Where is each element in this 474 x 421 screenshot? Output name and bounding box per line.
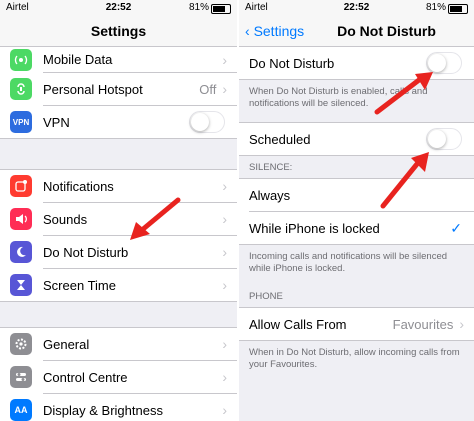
scheduled-group: Scheduled (239, 122, 474, 156)
row-label: Mobile Data (43, 52, 113, 67)
hotspot-icon (10, 78, 32, 100)
scheduled-label: Scheduled (249, 131, 311, 147)
allow-calls-value: Favourites (392, 316, 454, 332)
chevron-right-icon: › (222, 244, 227, 260)
silence-option-locked[interactable]: While iPhone is locked ✓ (239, 212, 474, 244)
do-not-disturb-screen: Airtel 22:52 81% ‹ Settings Do Not Distu… (239, 0, 474, 421)
phone-group: Allow Calls From Favourites › (239, 307, 474, 341)
sidebar-item-do-not-disturb[interactable]: Do Not Disturb › (0, 236, 237, 268)
row-label: Screen Time (43, 277, 116, 293)
dnd-row: Do Not Disturb (239, 47, 474, 79)
screenshot-composite: Airtel 22:52 81% Settings Mobile Data › (0, 0, 474, 421)
row-label: General (43, 336, 90, 352)
sidebar-item-control-centre[interactable]: Control Centre › (0, 361, 237, 393)
silence-group: Always While iPhone is locked ✓ (239, 178, 474, 245)
row-label: Do Not Disturb (43, 244, 129, 260)
battery-percent: 81% (188, 2, 209, 13)
page-title: Settings (90, 23, 147, 39)
row-label: Notifications (43, 178, 114, 194)
hotspot-status: Off (199, 81, 217, 97)
chevron-left-icon: ‹ (245, 23, 250, 39)
aa-icon: AA (10, 399, 32, 421)
hourglass-icon (10, 274, 32, 296)
red-arrow-dnd-toggle (374, 72, 433, 115)
connectivity-group: Mobile Data › Personal Hotspot Off › VPN… (0, 47, 237, 139)
status-bar: Airtel 22:52 81% (0, 0, 237, 16)
sidebar-item-mobile-data[interactable]: Mobile Data › (0, 47, 237, 72)
row-label: Display & Brightness (43, 402, 163, 418)
chevron-right-icon: › (222, 81, 227, 97)
page-title: Do Not Disturb (337, 23, 436, 39)
sidebar-item-screen-time[interactable]: Screen Time › (0, 269, 237, 301)
battery-percent: 81% (425, 2, 446, 13)
system-group: General › Control Centre › AA Display & … (0, 327, 237, 421)
sidebar-item-personal-hotspot[interactable]: Personal Hotspot Off › (0, 73, 237, 105)
dnd-footnote: When Do Not Disturb is enabled, calls an… (249, 86, 428, 109)
allow-calls-footnote: When in Do Not Disturb, allow incoming c… (249, 347, 460, 370)
row-label: VPN (43, 114, 70, 130)
moon-icon (10, 241, 32, 263)
chevron-right-icon: › (222, 336, 227, 352)
dnd-group: Do Not Disturb (239, 47, 474, 80)
chevron-right-icon: › (459, 316, 464, 332)
checkmark-icon: ✓ (450, 219, 462, 236)
battery-icon (448, 4, 468, 14)
status-bar: Airtel 22:52 81% (239, 0, 474, 16)
chevron-right-icon: › (222, 178, 227, 194)
speaker-icon (10, 208, 32, 230)
battery-icon (211, 4, 231, 14)
silence-header: SILENCE: (249, 162, 293, 173)
sidebar-item-display-brightness[interactable]: AA Display & Brightness › (0, 394, 237, 421)
locked-footnote: Incoming calls and notifications will be… (249, 251, 448, 274)
sidebar-item-vpn: VPN VPN (0, 106, 237, 138)
sidebar-item-sounds[interactable]: Sounds › (0, 203, 237, 235)
antenna-icon (10, 48, 32, 71)
red-arrow-scheduled-toggle (380, 152, 429, 209)
chevron-right-icon: › (222, 277, 227, 293)
settings-screen: Airtel 22:52 81% Settings Mobile Data › (0, 0, 237, 421)
switches-icon (10, 366, 32, 388)
nav-bar: Settings (0, 16, 237, 47)
notifications-icon (10, 175, 32, 197)
gear-icon (10, 333, 32, 355)
alerts-group: Notifications › Sounds › Do Not Disturb … (0, 169, 237, 302)
vpn-toggle[interactable] (189, 111, 225, 133)
scheduled-row: Scheduled (239, 123, 474, 155)
row-label: Personal Hotspot (43, 81, 143, 97)
nav-bar: ‹ Settings Do Not Disturb (239, 16, 474, 47)
chevron-right-icon: › (222, 402, 227, 418)
back-button[interactable]: ‹ Settings (245, 23, 304, 39)
scheduled-toggle[interactable] (426, 128, 462, 150)
sidebar-item-general[interactable]: General › (0, 328, 237, 360)
chevron-right-icon: › (222, 211, 227, 227)
allow-calls-label: Allow Calls From (249, 316, 347, 332)
red-arrow-dnd (130, 197, 181, 240)
vpn-icon: VPN (10, 111, 32, 133)
chevron-right-icon: › (222, 51, 227, 68)
silence-option-always[interactable]: Always (239, 179, 474, 211)
allow-calls-row[interactable]: Allow Calls From Favourites › (239, 308, 474, 340)
option-label: Always (249, 187, 291, 203)
chevron-right-icon: › (222, 369, 227, 385)
phone-header: PHONE (249, 291, 283, 302)
back-label: Settings (253, 23, 305, 39)
sidebar-item-notifications[interactable]: Notifications › (0, 170, 237, 202)
row-label: Control Centre (43, 369, 128, 385)
option-label: While iPhone is locked (249, 220, 380, 236)
